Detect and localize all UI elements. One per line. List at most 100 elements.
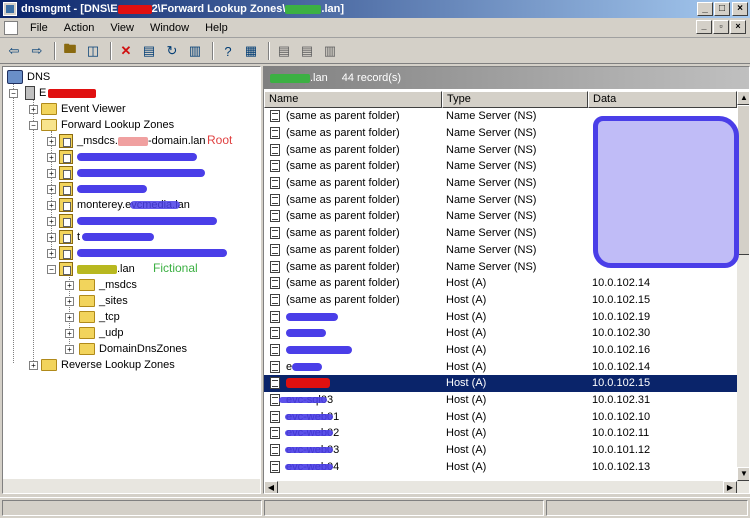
record-row[interactable]: Host (A) 10.0.102.30 [264,325,737,342]
close-button[interactable]: × [732,2,748,16]
record-row[interactable]: evc-web04 Host (A) 10.0.102.13 [264,458,737,475]
child-close-button[interactable]: × [730,20,746,34]
record-row[interactable]: Host (A) 10.0.102.19 [264,308,737,325]
tree-node-zone[interactable] [59,181,147,197]
tree-node-tcp[interactable]: _tcp [79,309,120,325]
minimize-button[interactable]: _ [697,2,713,16]
record-type: Name Server (NS) [446,243,537,256]
mmc-window: dnsmgmt - [DNS\E 2\Forward Lookup Zones\.… [0,0,750,518]
up-folder-icon[interactable]: 🖿 [60,41,80,61]
menu-help[interactable]: Help [197,22,236,34]
tree-node-dns[interactable]: DNS [7,69,50,85]
record-row[interactable]: evc-web02 Host (A) 10.0.102.11 [264,425,737,442]
tree-node-server[interactable]: E [25,85,97,101]
menu-window[interactable]: Window [142,22,197,34]
expand-toggle[interactable]: + [65,281,74,290]
expand-toggle[interactable]: + [47,217,56,226]
tree-node-zone[interactable]: t [59,229,155,245]
expand-toggle[interactable]: + [47,153,56,162]
expand-toggle[interactable]: + [65,345,74,354]
record-row[interactable]: evc-web01 Host (A) 10.0.102.10 [264,408,737,425]
record-icon [270,377,280,390]
help-icon[interactable]: ? [218,41,238,61]
record-icon [270,293,280,306]
scroll-down-button[interactable]: ▼ [737,467,749,481]
record-row[interactable]: e Host (A) 10.0.102.14 [264,358,737,375]
back-icon[interactable]: ⇦ [4,41,24,61]
tree-node-udp[interactable]: _udp [79,325,123,341]
menu-view[interactable]: View [102,22,142,34]
expand-toggle[interactable]: + [47,137,56,146]
tree-node-sites[interactable]: _sites [79,293,128,309]
record-data: 10.0.102.15 [592,377,651,390]
tree-node-zone[interactable] [59,149,197,165]
redaction-scribble [285,430,334,437]
maximize-button[interactable]: □ [714,2,730,16]
record-type: Host (A) [446,444,487,457]
record-row[interactable]: (same as parent folder) Host (A) 10.0.102.… [264,292,737,309]
refresh-icon[interactable]: ↻ [162,41,182,61]
record-row[interactable]: evc-web03 Host (A) 10.0.101.12 [264,442,737,459]
expand-toggle[interactable]: + [65,329,74,338]
horizontal-scrollbar[interactable]: ◀ ▶ [264,481,749,493]
console-tree[interactable]: DNS − E + Event Viewer − Forward Lookup … [2,66,261,494]
scroll-right-button[interactable]: ▶ [723,481,737,493]
collapse-toggle[interactable]: − [47,265,56,274]
expand-toggle[interactable]: + [65,297,74,306]
forward-icon[interactable]: ⇨ [27,41,47,61]
record-row[interactable]: Host (A) 10.0.102.16 [264,342,737,359]
expand-toggle[interactable]: + [47,185,56,194]
export-list-icon[interactable]: ▥ [185,41,205,61]
collapse-toggle[interactable]: − [29,121,38,130]
scroll-left-button[interactable]: ◀ [264,481,278,493]
tree-node-event-viewer[interactable]: Event Viewer [41,101,126,117]
menu-file[interactable]: File [22,22,56,34]
record-name: (same as parent folder) [286,143,400,156]
new-domain-icon[interactable]: ▤ [297,41,317,61]
record-row[interactable]: Host (A) 10.0.102.15 [264,375,737,392]
column-type[interactable]: Type [442,91,588,108]
new-host-icon[interactable]: ▦ [241,41,261,61]
tree-node-msdcs[interactable]: _msdcs [79,277,137,293]
title-bar[interactable]: dnsmgmt - [DNS\E 2\Forward Lookup Zones\.… [0,0,750,18]
expand-toggle[interactable]: + [65,313,74,322]
properties-icon[interactable]: ▤ [139,41,159,61]
expand-toggle[interactable]: + [29,105,38,114]
window-title: dnsmgmt - [DNS\E 2\Forward Lookup Zones\.… [21,3,345,15]
child-restore-button[interactable]: ▫ [713,20,729,34]
expand-toggle[interactable]: + [47,233,56,242]
expand-toggle[interactable]: + [47,201,56,210]
column-data[interactable]: Data [588,91,737,108]
status-pane [2,500,262,516]
column-name[interactable]: Name [264,91,442,108]
tree-node-zone[interactable] [59,245,227,261]
expand-toggle[interactable]: + [47,169,56,178]
new-record-icon[interactable]: ▤ [274,41,294,61]
tree-node-zone-monterey[interactable]: monterey.evcmedia.lan [59,197,190,213]
record-row[interactable]: (same as parent folder) Host (A) 10.0.102.… [264,275,737,292]
tree-node-selected-zone[interactable]: .lan [59,261,135,277]
collapse-toggle[interactable]: − [9,89,18,98]
child-minimize-button[interactable]: _ [696,20,712,34]
tree-node-domaindnszones[interactable]: DomainDnsZones [79,341,187,357]
delete-icon[interactable]: ✕ [116,41,136,61]
console-icon[interactable] [4,20,18,35]
tree-node-reverse-lookup-zones[interactable]: Reverse Lookup Zones [41,357,175,373]
menu-action[interactable]: Action [56,22,103,34]
record-name-cell: evc-web02 [264,427,442,440]
tree-horizontal-scrollbar[interactable] [3,479,260,493]
show-hide-tree-icon[interactable]: ◫ [83,41,103,61]
new-delegation-icon[interactable]: ▥ [320,41,340,61]
scroll-up-button[interactable]: ▲ [737,91,749,105]
record-icon [270,127,280,140]
expand-toggle[interactable]: + [29,361,38,370]
expand-toggle[interactable]: + [47,249,56,258]
status-bar [0,497,750,518]
record-data: 10.0.102.14 [592,360,651,373]
tree-node-zone-msdcs[interactable]: _msdcs. -domain.lan [59,133,205,149]
folder-icon [41,359,57,371]
tree-node-forward-lookup-zones[interactable]: Forward Lookup Zones [41,117,174,133]
tree-node-zone[interactable] [59,213,217,229]
record-row[interactable]: evc-sql03 Host (A) 10.0.102.31 [264,392,737,409]
tree-node-zone[interactable] [59,165,205,181]
